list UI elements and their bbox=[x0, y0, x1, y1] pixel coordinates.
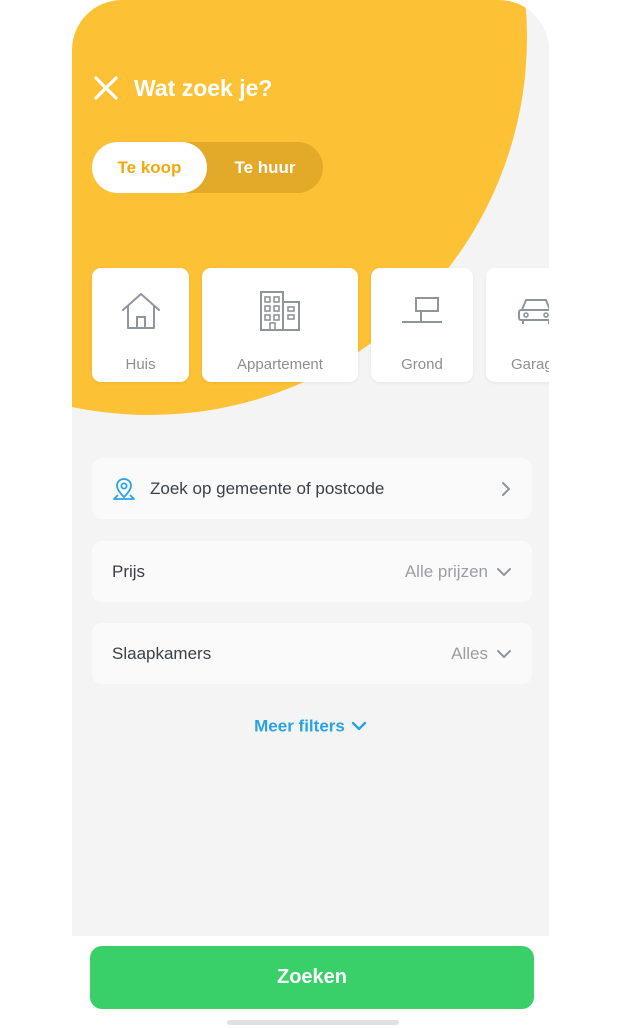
location-pin-icon bbox=[113, 477, 135, 500]
location-search-placeholder: Zoek op gemeente of postcode bbox=[150, 478, 385, 498]
more-filters-link[interactable]: Meer filters bbox=[72, 716, 549, 737]
toggle-te-huur[interactable]: Te huur bbox=[207, 142, 323, 193]
phone-screen: Wat zoek je? Te koop Te huur Huis Appart… bbox=[72, 0, 549, 1028]
land-sign-icon bbox=[402, 297, 442, 323]
location-search-field[interactable]: Zoek op gemeente of postcode bbox=[92, 458, 532, 519]
property-type-garage[interactable]: Garage bbox=[486, 268, 549, 382]
more-filters-label: Meer filters bbox=[254, 716, 345, 736]
property-type-label: Garage bbox=[510, 356, 549, 373]
bedrooms-filter-label: Slaapkamers bbox=[112, 643, 212, 663]
bedrooms-filter-value: Alles bbox=[451, 643, 488, 663]
buy-rent-toggle: Te koop Te huur bbox=[92, 142, 323, 193]
property-type-label: Grond bbox=[401, 356, 443, 373]
property-type-appartement[interactable]: Appartement bbox=[202, 268, 358, 382]
property-type-huis[interactable]: Huis bbox=[92, 268, 189, 382]
price-filter[interactable]: Prijs Alle prijzen bbox=[92, 541, 532, 602]
home-indicator bbox=[227, 1020, 399, 1025]
close-icon bbox=[94, 76, 118, 100]
chevron-down-icon bbox=[351, 721, 367, 730]
apartment-building-icon bbox=[260, 291, 300, 331]
chevron-right-icon bbox=[502, 481, 510, 496]
bottom-bar: Zoeken bbox=[72, 936, 549, 1028]
page-title: Wat zoek je? bbox=[134, 74, 273, 101]
toggle-te-koop[interactable]: Te koop bbox=[92, 142, 207, 193]
price-filter-value: Alle prijzen bbox=[404, 561, 488, 581]
property-type-label: Huis bbox=[125, 356, 156, 373]
property-type-list: Huis Appartement Grond Garag bbox=[92, 268, 549, 382]
car-icon bbox=[518, 299, 549, 324]
price-filter-label: Prijs bbox=[112, 561, 146, 581]
search-button[interactable]: Zoeken bbox=[90, 946, 534, 1009]
property-type-label: Appartement bbox=[237, 356, 323, 373]
chevron-down-icon bbox=[497, 567, 511, 576]
house-icon bbox=[121, 293, 160, 329]
property-type-grond[interactable]: Grond bbox=[371, 268, 473, 382]
bedrooms-filter[interactable]: Slaapkamers Alles bbox=[92, 623, 532, 684]
close-button[interactable] bbox=[92, 74, 120, 102]
header: Wat zoek je? bbox=[92, 70, 272, 106]
chevron-down-icon bbox=[497, 649, 511, 658]
